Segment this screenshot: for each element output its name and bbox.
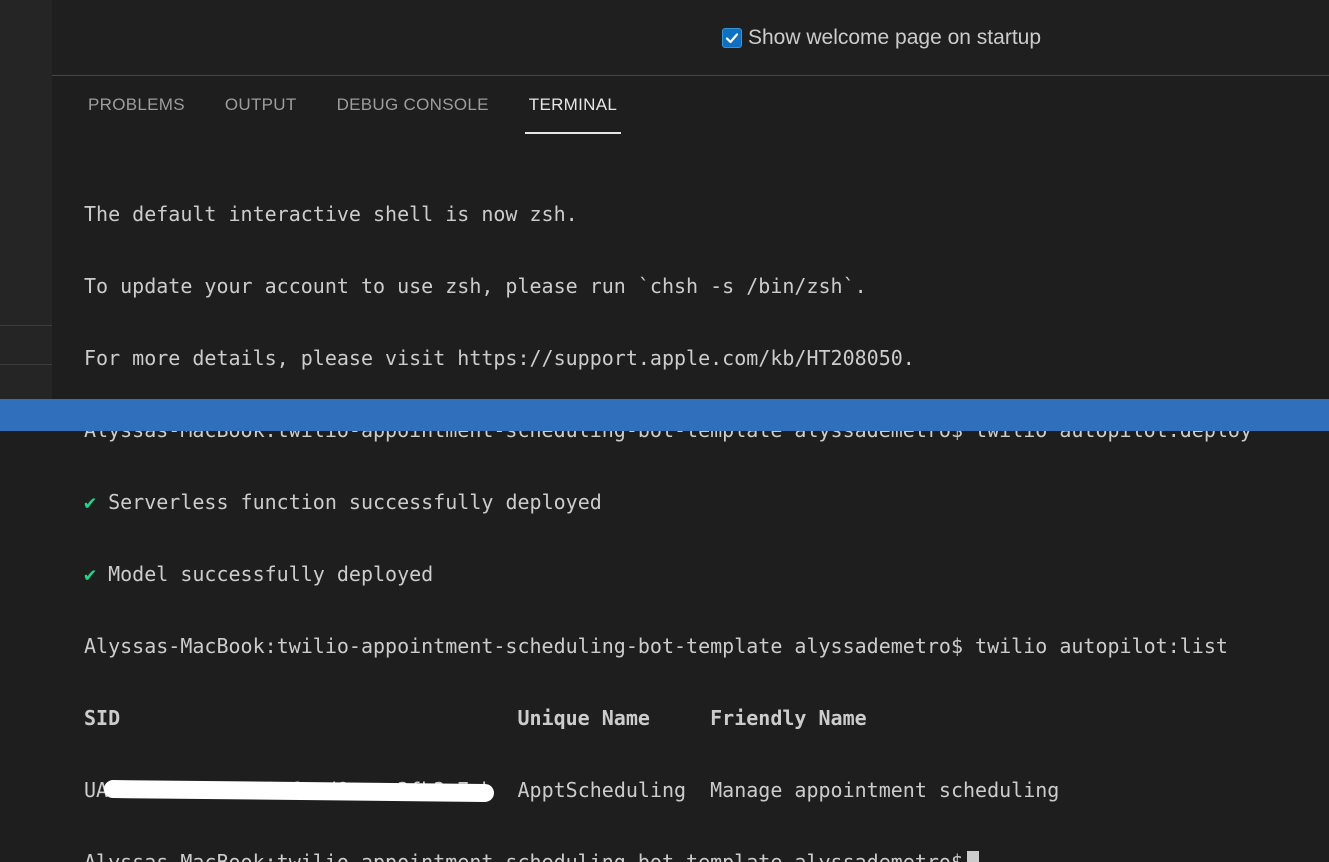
show-welcome-label: Show welcome page on startup <box>748 26 1042 49</box>
tab-debug-console[interactable]: DEBUG CONSOLE <box>337 94 489 132</box>
table-row: UA541403 c68a2af d8 3fb2a7cb ApptSchedul… <box>84 778 1314 803</box>
tab-terminal[interactable]: TERMINAL <box>524 94 622 134</box>
terminal-line: To update your account to use zsh, pleas… <box>84 274 867 298</box>
welcome-editor: Show welcome page on startup <box>52 0 1329 75</box>
show-welcome-checkbox[interactable] <box>722 28 742 48</box>
success-check-icon: ✔ <box>84 562 97 586</box>
terminal-prompt-line: Alyssas-MacBook:twilio-appointment-sched… <box>84 850 1314 862</box>
sidebar-divider <box>0 325 52 326</box>
tab-problems[interactable]: PROBLEMS <box>88 94 185 132</box>
terminal-line: For more details, please visit https://s… <box>84 346 915 370</box>
terminal-text: Serverless function successfully deploye… <box>96 490 602 514</box>
bottom-panel: PROBLEMS OUTPUT DEBUG CONSOLE TERMINAL T… <box>52 76 1329 862</box>
status-bar <box>0 399 1329 431</box>
terminal-line: Alyssas-MacBook:twilio-appointment-sched… <box>84 634 1228 658</box>
success-check-icon: ✔ <box>84 490 97 514</box>
tab-output[interactable]: OUTPUT <box>225 94 297 132</box>
left-sidebar <box>0 0 52 399</box>
show-welcome-checkbox-row[interactable]: Show welcome page on startup <box>722 26 1041 50</box>
terminal-cursor <box>967 851 979 862</box>
sidebar-divider <box>0 364 52 365</box>
terminal-line: The default interactive shell is now zsh… <box>84 202 578 226</box>
table-header: SID Unique Name Friendly Name <box>84 706 867 730</box>
row-values: ApptScheduling Manage appointment schedu… <box>493 778 1060 802</box>
terminal-output[interactable]: The default interactive shell is now zsh… <box>84 154 1314 862</box>
panel-tabs: PROBLEMS OUTPUT DEBUG CONSOLE TERMINAL <box>88 94 661 134</box>
terminal-text: Model successfully deployed <box>96 562 434 586</box>
checkmark-icon <box>725 33 739 44</box>
terminal-prompt: Alyssas-MacBook:twilio-appointment-sched… <box>84 850 963 862</box>
terminal-line: ✔ Serverless function successfully deplo… <box>84 490 1314 514</box>
redacted-sid: UA541403 c68a2af d8 3fb2a7cb <box>84 778 495 803</box>
terminal-line: ✔ Model successfully deployed <box>84 562 1314 586</box>
